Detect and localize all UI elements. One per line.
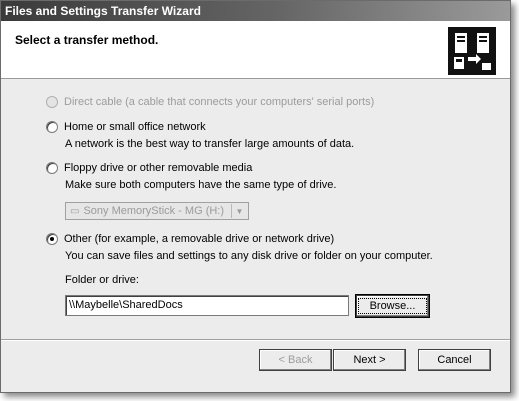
page-title: Select a transfer method. [15,33,159,47]
option-floppy[interactable]: Floppy drive or other removable media [46,162,252,174]
chevron-down-icon: ▼ [231,204,247,218]
folder-path-input[interactable]: \\Maybelle\SharedDocs [65,295,349,316]
other-radio[interactable] [46,233,58,245]
floppy-description: Make sure both computers have the same t… [65,179,337,191]
folder-label: Folder or drive: [65,274,139,286]
browse-button[interactable]: Browse... [355,294,430,318]
wizard-header: Select a transfer method. [1,21,510,79]
footer-divider [1,339,510,341]
option-direct-cable: Direct cable (a cable that connects your… [46,96,374,108]
wizard-window: Files and Settings Transfer Wizard Selec… [0,0,511,393]
floppy-label[interactable]: Floppy drive or other removable media [64,162,252,174]
browse-button-label: Browse... [357,298,428,314]
next-button[interactable]: Next > [333,349,406,371]
cancel-button-label: Cancel [437,354,472,366]
direct-cable-radio [46,96,58,108]
next-button-label: Next > [353,354,386,366]
other-description: You can save files and settings to any d… [65,250,433,262]
network-description: A network is the best way to transfer la… [65,138,355,150]
cancel-button[interactable]: Cancel [418,349,491,371]
back-button-label: < Back [278,354,313,366]
drive-icon: ▭ [70,205,80,217]
option-other[interactable]: Other (for example, a removable drive or… [46,233,334,245]
transfer-wizard-icon [448,27,496,75]
title-bar[interactable]: Files and Settings Transfer Wizard [1,1,510,21]
window-title: Files and Settings Transfer Wizard [5,4,201,18]
direct-cable-label: Direct cable (a cable that connects your… [64,96,375,108]
wizard-body: Direct cable (a cable that connects your… [1,79,510,339]
back-button: < Back [259,349,332,371]
floppy-radio[interactable] [46,162,58,174]
network-radio[interactable] [46,121,58,133]
option-network[interactable]: Home or small office network [46,121,206,133]
other-label[interactable]: Other (for example, a removable drive or… [64,233,334,245]
network-label[interactable]: Home or small office network [64,121,206,133]
drive-select-value: Sony MemoryStick - MG (H:) [83,205,225,217]
drive-select: ▭ Sony MemoryStick - MG (H:) ▼ [65,202,249,220]
